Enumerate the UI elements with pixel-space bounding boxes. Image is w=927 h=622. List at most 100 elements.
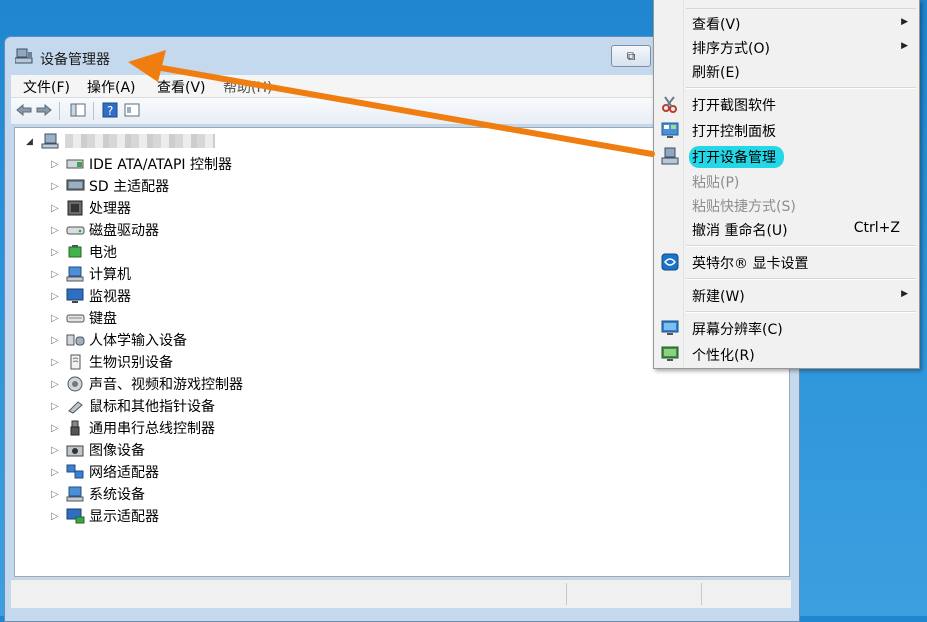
expand-icon[interactable]: ▷ (51, 379, 61, 390)
expand-icon[interactable]: ▷ (51, 291, 61, 302)
ctx-open-snipping[interactable]: 打开截图软件 (657, 92, 916, 116)
expand-icon[interactable]: ▷ (51, 511, 61, 522)
device-category-row[interactable]: ▷ 声音、视频和游戏控制器 (51, 374, 243, 394)
device-category-row[interactable]: ▷ 磁盘驱动器 (51, 220, 159, 240)
computer-icon (65, 266, 85, 282)
device-category-label: SD 主适配器 (89, 179, 170, 195)
ctx-undo-shortcut: Ctrl+Z (853, 220, 900, 236)
usb-icon (65, 420, 85, 436)
device-category-row[interactable]: ▷ 键盘 (51, 308, 117, 328)
scissors-icon (662, 96, 677, 113)
device-manager-icon (15, 48, 33, 64)
ctx-intel-graphics[interactable]: 英特尔® 显卡设置 (657, 250, 916, 274)
menu-separator (686, 311, 916, 313)
ctx-refresh[interactable]: 刷新(E) (657, 59, 916, 83)
expand-icon[interactable]: ▷ (51, 181, 61, 192)
ctx-view-label: 查看(V) (692, 17, 741, 33)
submenu-arrow-icon: ▶ (901, 17, 908, 27)
device-category-row[interactable]: ▷ 显示适配器 (51, 506, 159, 526)
device-category-row[interactable]: ▷ IDE ATA/ATAPI 控制器 (51, 154, 232, 174)
menu-help[interactable]: 帮助(H) (223, 77, 272, 97)
expand-icon[interactable]: ▷ (51, 159, 61, 170)
ctx-paste[interactable]: 粘贴(P) (657, 169, 916, 193)
ctx-open-control-panel[interactable]: 打开控制面板 (657, 118, 916, 142)
ctx-paste-shortcut[interactable]: 粘贴快捷方式(S) (657, 193, 916, 217)
intel-graphics-icon (661, 253, 679, 271)
help-button[interactable]: ? (101, 102, 119, 118)
show-hide-tree-button[interactable] (69, 102, 87, 118)
ide-controller-icon (65, 156, 85, 172)
ctx-undo-rename[interactable]: 撤消 重命名(U) Ctrl+Z (657, 217, 916, 241)
device-category-label: 通用串行总线控制器 (89, 421, 215, 437)
expand-icon[interactable]: ▷ (51, 489, 61, 500)
expand-icon[interactable]: ▷ (51, 357, 61, 368)
expand-icon[interactable]: ▷ (51, 467, 61, 478)
ctx-paste-label: 粘贴(P) (692, 175, 740, 191)
menu-file[interactable]: 文件(F) (23, 77, 70, 97)
device-category-row[interactable]: ▷ 网络适配器 (51, 462, 159, 482)
system-devices-icon (65, 486, 85, 502)
device-category-label: 电池 (89, 245, 117, 261)
device-category-row[interactable]: ▷ 处理器 (51, 198, 131, 218)
expand-icon[interactable]: ▷ (51, 335, 61, 346)
expand-icon[interactable]: ▷ (51, 445, 61, 456)
device-category-label: 磁盘驱动器 (89, 223, 159, 239)
menu-separator (686, 245, 916, 247)
tree-root[interactable]: ◢ (26, 132, 215, 150)
ctx-intel-graphics-label: 英特尔® 显卡设置 (692, 256, 809, 272)
ctx-new-label: 新建(W) (692, 289, 745, 305)
device-category-row[interactable]: ▷ 计算机 (51, 264, 131, 284)
submenu-arrow-icon: ▶ (901, 41, 908, 51)
restore-icon: ⧉ (626, 48, 636, 63)
computer-name (65, 134, 215, 148)
expand-icon[interactable]: ▷ (51, 423, 61, 434)
device-category-row[interactable]: ▷ 监视器 (51, 286, 131, 306)
personalize-icon (661, 346, 679, 361)
ctx-new[interactable]: 新建(W) ▶ (657, 283, 916, 307)
expand-icon[interactable]: ▷ (51, 203, 61, 214)
ctx-sort[interactable]: 排序方式(O) ▶ (657, 35, 916, 59)
ctx-open-device-manager[interactable]: 打开设备管理 (657, 144, 916, 168)
device-category-row[interactable]: ▷ 生物识别设备 (51, 352, 173, 372)
device-category-label: 声音、视频和游戏控制器 (89, 377, 243, 393)
menu-view[interactable]: 查看(V) (157, 77, 206, 97)
device-category-row[interactable]: ▷ 图像设备 (51, 440, 145, 460)
submenu-arrow-icon: ▶ (901, 289, 908, 299)
menu-separator (686, 278, 916, 280)
expand-icon[interactable]: ▷ (51, 247, 61, 258)
control-panel-icon (661, 122, 679, 138)
expand-icon[interactable]: ▷ (51, 269, 61, 280)
ctx-view[interactable]: 查看(V) ▶ (657, 11, 916, 35)
console-tree-icon (70, 103, 86, 117)
restore-button[interactable]: ⧉ (611, 45, 651, 67)
device-category-label: 鼠标和其他指针设备 (89, 399, 215, 415)
device-category-row[interactable]: ▷ 通用串行总线控制器 (51, 418, 215, 438)
properties-button[interactable] (123, 102, 141, 118)
ctx-refresh-label: 刷新(E) (692, 65, 740, 81)
display-adapter-icon (65, 508, 85, 524)
help-icon: ? (102, 102, 118, 118)
device-category-label: 人体学输入设备 (89, 333, 187, 349)
expand-icon[interactable]: ▷ (51, 401, 61, 412)
device-category-label: 键盘 (89, 311, 117, 327)
collapse-icon[interactable]: ◢ (26, 137, 35, 147)
device-category-row[interactable]: ▷ 人体学输入设备 (51, 330, 187, 350)
device-category-row[interactable]: ▷ 鼠标和其他指针设备 (51, 396, 215, 416)
device-category-label: 图像设备 (89, 443, 145, 459)
device-category-label: IDE ATA/ATAPI 控制器 (89, 157, 233, 173)
sound-icon (65, 376, 85, 392)
device-category-row[interactable]: ▷ 电池 (51, 242, 117, 262)
disk-drive-icon (65, 222, 85, 238)
ctx-personalize[interactable]: 个性化(R) (657, 342, 916, 366)
device-category-row[interactable]: ▷ 系统设备 (51, 484, 145, 504)
back-arrow-icon (16, 104, 32, 116)
device-category-row[interactable]: ▷ SD 主适配器 (51, 176, 169, 196)
ctx-undo-rename-label: 撤消 重命名(U) (692, 223, 788, 239)
back-button[interactable] (15, 102, 33, 118)
menu-action[interactable]: 操作(A) (87, 77, 136, 97)
forward-button[interactable] (35, 102, 53, 118)
expand-icon[interactable]: ▷ (51, 225, 61, 236)
ctx-screen-resolution[interactable]: 屏幕分辨率(C) (657, 316, 916, 340)
toolbar-separator (59, 102, 60, 120)
expand-icon[interactable]: ▷ (51, 313, 61, 324)
